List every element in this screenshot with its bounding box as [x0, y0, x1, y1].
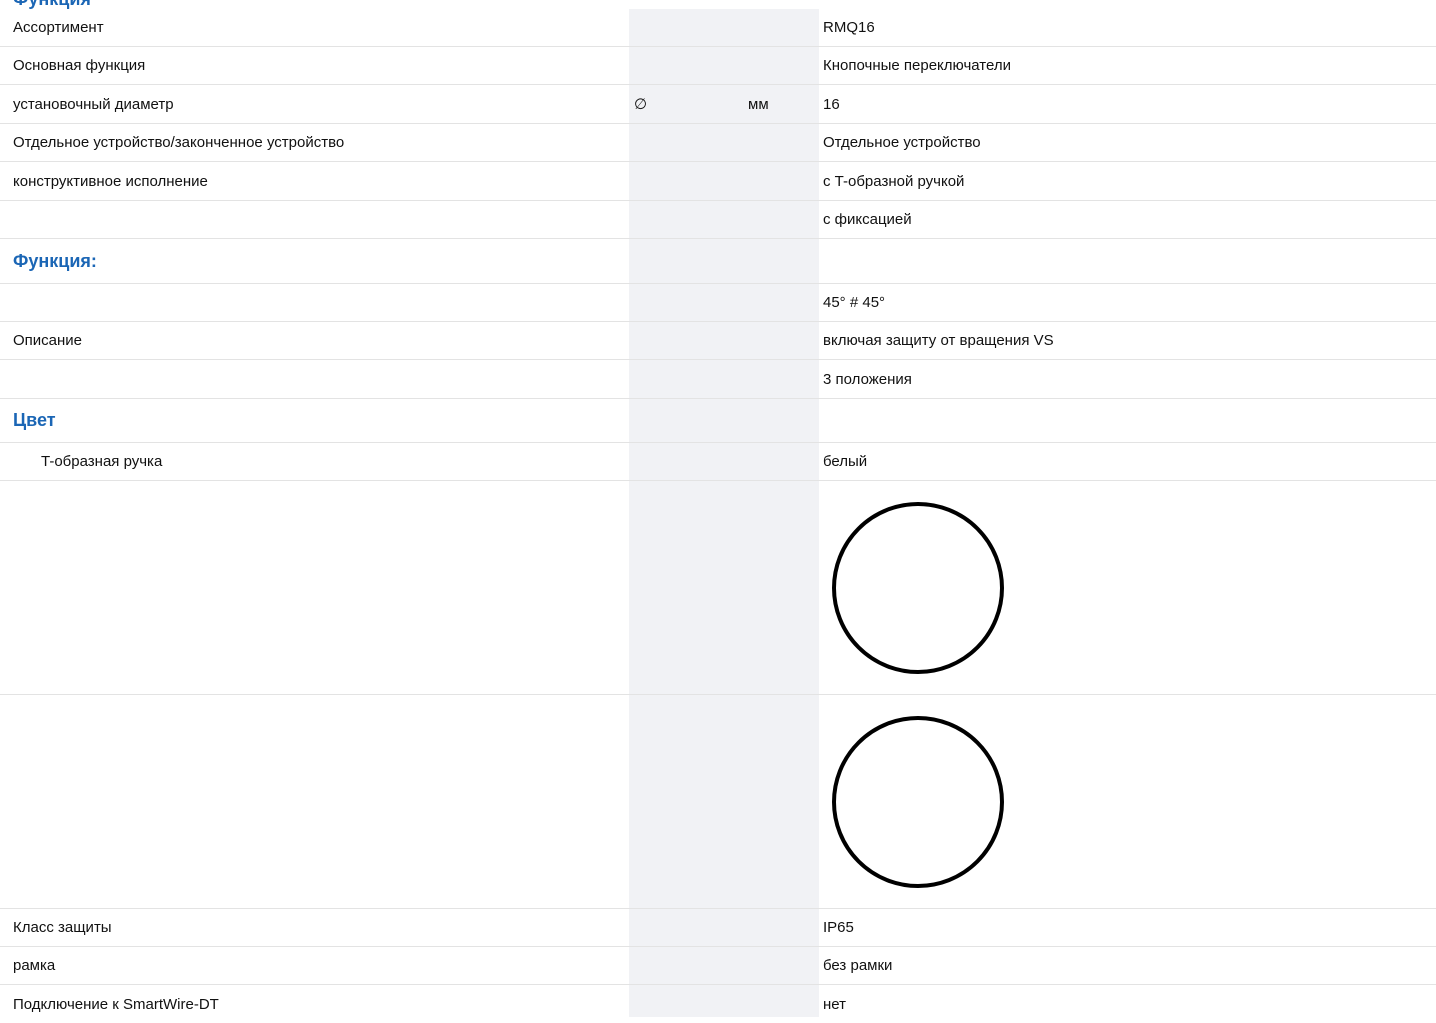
- row-label: Ассортимент: [13, 19, 104, 36]
- row-unit: [748, 947, 814, 984]
- table-row: Описание включая защиту от вращения VS: [0, 322, 1436, 360]
- row-label: конструктивное исполнение: [13, 172, 208, 190]
- table-row: с фиксацией: [0, 201, 1436, 239]
- row-symbol: [634, 124, 734, 161]
- row-symbol: [634, 284, 734, 321]
- row-unit: [748, 284, 814, 321]
- row-unit: [748, 124, 814, 161]
- row-symbol: [634, 201, 734, 238]
- table-row: конструктивное исполнение с T-образной р…: [0, 162, 1436, 201]
- row-symbol: [634, 695, 734, 908]
- row-value: 45° # 45°: [823, 294, 886, 311]
- row-symbol: [634, 239, 734, 283]
- row-value: 3 положения: [823, 370, 912, 388]
- row-unit: [748, 239, 814, 283]
- row-value: белый: [823, 453, 868, 470]
- row-value: Кнопочные переключатели: [823, 57, 1011, 74]
- row-unit: [748, 443, 814, 480]
- table-row: Отдельное устройство/законченное устройс…: [0, 124, 1436, 162]
- section-row-color: Цвет: [0, 399, 1436, 443]
- row-label: Отдельное устройство/законченное устройс…: [13, 134, 345, 151]
- row-label: [13, 481, 623, 694]
- section-row-function: Функция:: [0, 239, 1436, 284]
- row-symbol: [634, 909, 734, 946]
- row-unit: [748, 909, 814, 946]
- row-label: установочный диаметр: [13, 95, 174, 113]
- row-label: [13, 695, 623, 908]
- white-color-circle-icon: [832, 715, 1004, 888]
- row-symbol: [634, 947, 734, 984]
- section-heading-cut-off: Функция: [13, 0, 91, 9]
- row-unit: [748, 322, 814, 359]
- row-symbol: [634, 47, 734, 84]
- color-swatch-cell: [823, 695, 1423, 908]
- row-label: Описание: [13, 332, 83, 349]
- row-value: с T-образной ручкой: [823, 172, 965, 190]
- row-value: [823, 239, 1423, 283]
- white-color-circle-icon: [832, 501, 1004, 674]
- table-row: Ассортимент RMQ16: [0, 9, 1436, 47]
- row-unit: [748, 481, 814, 694]
- row-label: [13, 201, 623, 238]
- row-value: нет: [823, 995, 846, 1013]
- row-unit: [748, 9, 814, 46]
- row-unit: [748, 985, 814, 1023]
- row-label: Основная функция: [13, 57, 146, 74]
- table-row: рамка без рамки: [0, 947, 1436, 985]
- row-unit: [748, 695, 814, 908]
- row-value: 16: [823, 95, 840, 113]
- section-heading: Цвет: [13, 410, 56, 430]
- row-label: T-образная ручка: [41, 453, 163, 470]
- table-row: Подключение к SmartWire-DT нет: [0, 985, 1436, 1023]
- row-value: [823, 399, 1423, 442]
- row-unit: [748, 360, 814, 398]
- specification-table: Ассортимент RMQ16 Основная функция Кнопо…: [0, 9, 1436, 1023]
- row-symbol: [634, 322, 734, 359]
- row-symbol: [634, 481, 734, 694]
- row-symbol: [634, 9, 734, 46]
- table-row: 3 положения: [0, 360, 1436, 399]
- table-row: Класс защиты IP65: [0, 909, 1436, 947]
- row-value: включая защиту от вращения VS: [823, 332, 1054, 349]
- row-value: RMQ16: [823, 19, 875, 36]
- row-symbol: [634, 162, 734, 200]
- table-row: установочный диаметр ∅ мм 16: [0, 85, 1436, 124]
- row-unit: [748, 47, 814, 84]
- table-row-color-swatch: [0, 481, 1436, 695]
- row-symbol: [634, 399, 734, 442]
- row-unit: [748, 162, 814, 200]
- row-symbol: [634, 443, 734, 480]
- row-label: [13, 360, 623, 398]
- diameter-symbol: ∅: [634, 96, 648, 113]
- row-label: рамка: [13, 957, 56, 974]
- row-unit: [748, 399, 814, 442]
- row-label: Подключение к SmartWire-DT: [13, 995, 219, 1013]
- table-row: Основная функция Кнопочные переключатели: [0, 47, 1436, 85]
- color-swatch-cell: [823, 481, 1423, 694]
- row-value: IP65: [823, 919, 854, 936]
- row-label: [13, 284, 623, 321]
- table-row: T-образная ручка белый: [0, 443, 1436, 481]
- section-heading: Функция:: [13, 250, 97, 271]
- table-row: 45° # 45°: [0, 284, 1436, 322]
- row-value: Отдельное устройство: [823, 134, 981, 151]
- row-value: без рамки: [823, 957, 893, 974]
- row-label: Класс защиты: [13, 919, 112, 936]
- row-symbol: [634, 985, 734, 1023]
- table-row-color-swatch: [0, 695, 1436, 909]
- row-unit: [748, 201, 814, 238]
- row-value: с фиксацией: [823, 211, 912, 228]
- row-unit: мм: [748, 95, 769, 113]
- row-symbol: [634, 360, 734, 398]
